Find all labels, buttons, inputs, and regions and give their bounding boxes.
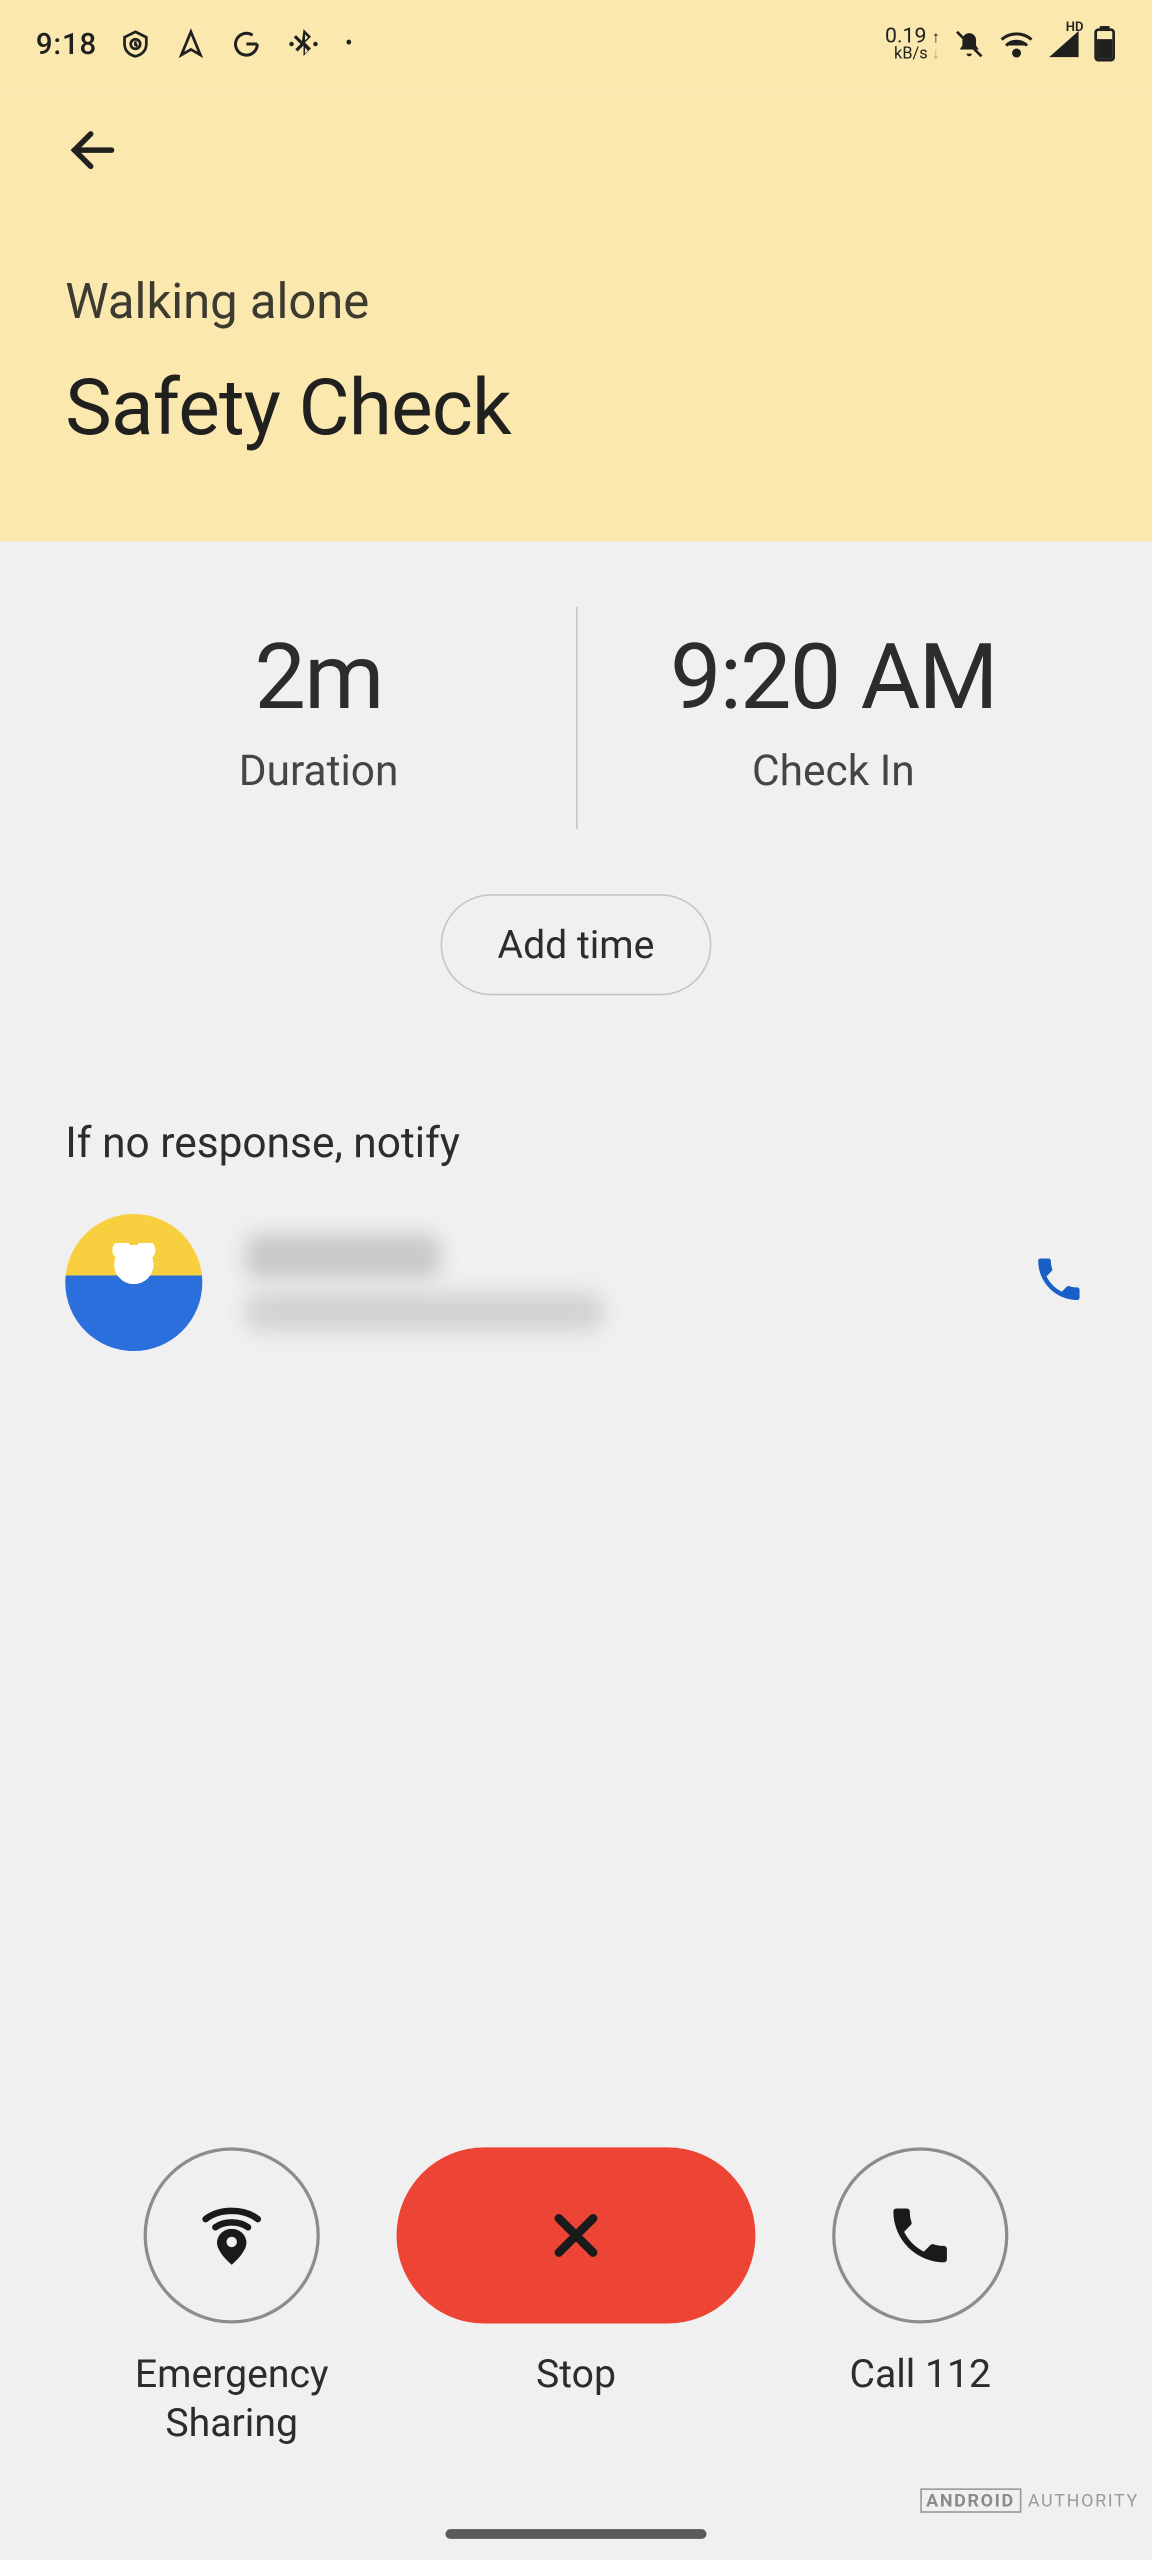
watermark: ANDROID AUTHORITY xyxy=(920,2488,1139,2512)
call-contact-button[interactable] xyxy=(1031,1252,1086,1314)
call-emergency-label: Call 112 xyxy=(849,2350,991,2399)
close-icon xyxy=(542,2201,611,2270)
call-emergency-button[interactable] xyxy=(832,2147,1008,2323)
contact-phone xyxy=(245,1292,604,1331)
duration-value: 2m xyxy=(65,623,572,731)
phone-icon xyxy=(884,2200,956,2272)
vertical-divider xyxy=(575,607,577,829)
arrow-left-icon xyxy=(65,122,120,177)
network-speed: 0.19 ↑ kB/s ↓ xyxy=(885,25,940,63)
bottom-actions: Emergency Sharing Stop Call 112 xyxy=(0,2147,1152,2447)
mute-icon xyxy=(953,28,986,61)
notify-label: If no response, notify xyxy=(0,1119,1152,1168)
gesture-bar xyxy=(445,2529,706,2539)
emergency-sharing-action[interactable]: Emergency Sharing xyxy=(109,2147,354,2447)
main-content: 2m Duration 9:20 AM Check In Add time If… xyxy=(0,542,1152,1351)
contact-text xyxy=(245,1234,989,1332)
stop-button[interactable] xyxy=(397,2147,756,2323)
emergency-sharing-button[interactable] xyxy=(144,2147,320,2323)
back-button[interactable] xyxy=(65,117,130,182)
contact-name xyxy=(245,1234,441,1280)
add-time-button[interactable]: Add time xyxy=(440,894,711,995)
checkin-value: 9:20 AM xyxy=(580,623,1087,731)
header-subtitle: Walking alone xyxy=(65,274,1086,331)
duration-label: Duration xyxy=(65,747,572,796)
status-right: 0.19 ↑ kB/s ↓ HD xyxy=(885,25,1116,63)
alarm-icon xyxy=(120,28,153,61)
dot-icon: • xyxy=(345,31,353,57)
google-icon xyxy=(231,28,264,61)
phone-icon xyxy=(1031,1252,1086,1307)
call-emergency-action[interactable]: Call 112 xyxy=(798,2147,1043,2398)
duration-stat: 2m Duration xyxy=(65,607,572,829)
stop-action[interactable]: Stop xyxy=(397,2147,756,2398)
stats-row: 2m Duration 9:20 AM Check In xyxy=(0,607,1152,829)
status-bar: 9:18 • 0.19 ↑ kB/s ↓ xyxy=(0,0,1152,88)
contact-row[interactable] xyxy=(0,1168,1152,1351)
contact-avatar xyxy=(65,1214,202,1351)
checkin-label: Check In xyxy=(580,747,1087,796)
header: Walking alone Safety Check xyxy=(0,88,1152,542)
status-left: 9:18 • xyxy=(36,26,353,62)
emergency-sharing-icon xyxy=(193,2196,271,2274)
battery-icon xyxy=(1093,26,1116,62)
wifi-icon xyxy=(999,28,1035,61)
bluetooth-connected-icon xyxy=(286,26,322,62)
header-title: Safety Check xyxy=(65,361,1086,454)
emergency-sharing-label: Emergency Sharing xyxy=(135,2350,329,2448)
stop-label: Stop xyxy=(536,2350,616,2399)
navigation-icon xyxy=(175,28,208,61)
signal-icon: HD xyxy=(1048,29,1081,58)
checkin-stat: 9:20 AM Check In xyxy=(580,607,1087,829)
status-time: 9:18 xyxy=(36,27,97,61)
